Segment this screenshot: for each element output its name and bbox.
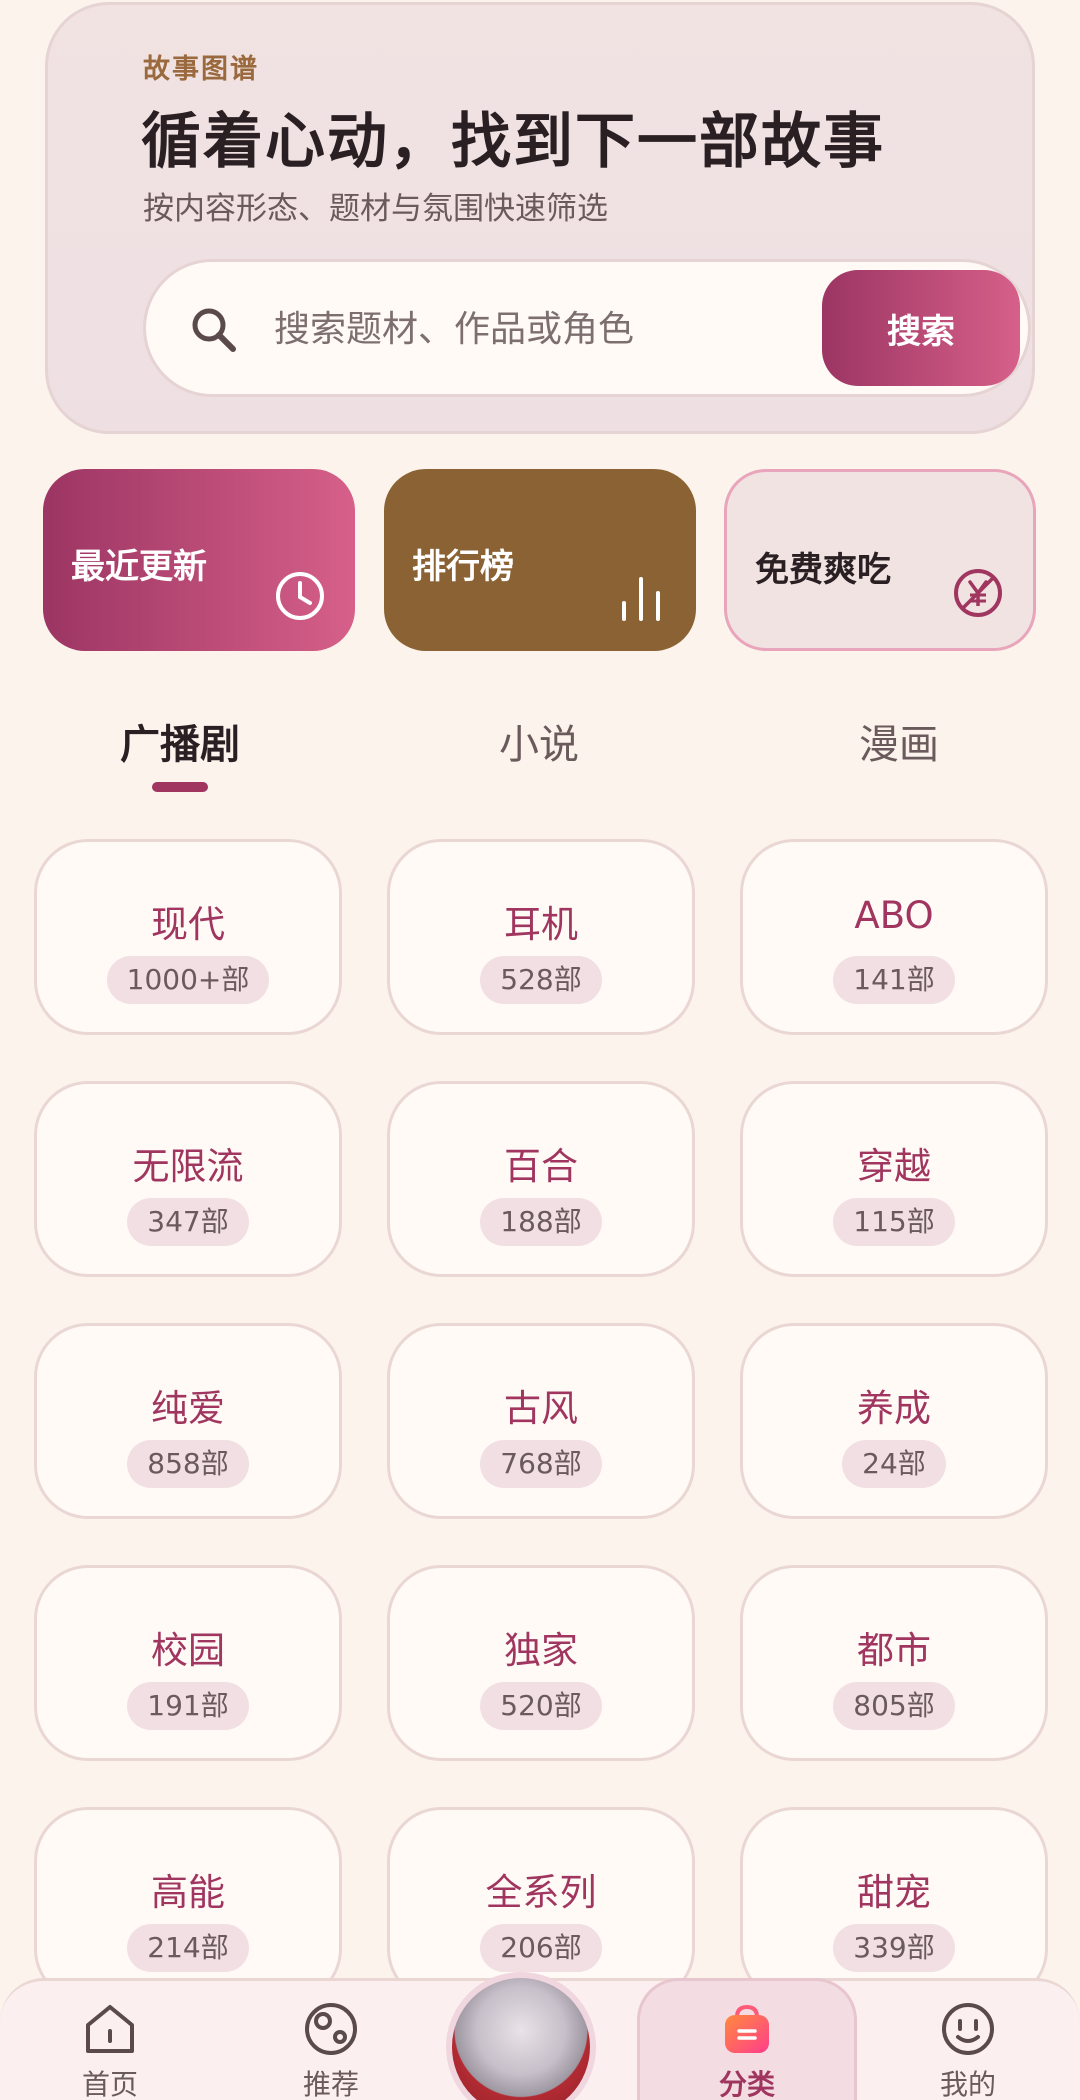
- nav-category[interactable]: 分类: [672, 1981, 822, 2100]
- category-count-badge: 191部: [127, 1682, 249, 1730]
- free-reads-tile[interactable]: 免费爽吃: [724, 469, 1036, 651]
- nav-label: 首页: [81, 2068, 138, 2100]
- ranking-tile[interactable]: 排行榜: [384, 469, 696, 651]
- category-card[interactable]: 纯爱 858部: [34, 1323, 342, 1519]
- tab-indicator: [152, 782, 208, 792]
- search-icon: [192, 308, 236, 352]
- category-count-badge: 1000+部: [106, 956, 270, 1004]
- category-count-wrap: 188部: [390, 1198, 692, 1246]
- category-name: 高能: [151, 1871, 225, 1914]
- hero-card: 故事图谱 循着心动，找到下一部故事 按内容形态、题材与氛围快速筛选 搜索: [45, 2, 1035, 434]
- category-count-badge: 339部: [833, 1924, 955, 1972]
- category-count-wrap: 206部: [390, 1924, 692, 1972]
- category-name: 穿越: [857, 1145, 931, 1188]
- search-input[interactable]: [274, 298, 814, 360]
- category-count-badge: 115部: [833, 1198, 955, 1246]
- category-card[interactable]: 都市 805部: [740, 1565, 1048, 1761]
- category-card[interactable]: 独家 520部: [387, 1565, 695, 1761]
- category-name: 全系列: [485, 1871, 597, 1914]
- category-name: 古风: [504, 1387, 578, 1430]
- category-count-wrap: 528部: [390, 956, 692, 1004]
- category-name: 现代: [151, 903, 225, 946]
- tab-radio-drama[interactable]: 广播剧: [120, 712, 240, 770]
- hero-subtitle: 按内容形态、题材与氛围快速筛选: [143, 191, 608, 227]
- category-count-badge: 805部: [833, 1682, 955, 1730]
- search-bar: 搜索: [143, 259, 1031, 397]
- category-count-wrap: 805部: [743, 1682, 1045, 1730]
- category-card[interactable]: 现代 1000+部: [34, 839, 342, 1035]
- category-count-wrap: 858部: [37, 1440, 339, 1488]
- category-card[interactable]: 无限流 347部: [34, 1081, 342, 1277]
- category-count-wrap: 141部: [743, 956, 1045, 1004]
- category-card[interactable]: 校园 191部: [34, 1565, 342, 1761]
- category-count-wrap: 115部: [743, 1198, 1045, 1246]
- category-name: 百合: [504, 1145, 578, 1188]
- category-count-badge: 528部: [480, 956, 602, 1004]
- category-count-wrap: 347部: [37, 1198, 339, 1246]
- category-count-badge: 24部: [842, 1440, 946, 1488]
- nav-home[interactable]: 首页: [35, 1981, 185, 2100]
- category-page: 故事图谱 循着心动，找到下一部故事 按内容形态、题材与氛围快速筛选 搜索 最近更…: [0, 0, 1080, 2100]
- category-count-wrap: 520部: [390, 1682, 692, 1730]
- tile-label: 排行榜: [412, 547, 514, 587]
- category-count-wrap: 214部: [37, 1924, 339, 1972]
- recent-updates-tile[interactable]: 最近更新: [43, 469, 355, 651]
- nav-label: 我的: [939, 2068, 996, 2100]
- category-name: 校园: [151, 1629, 225, 1672]
- category-name: 甜宠: [857, 1871, 931, 1914]
- free-yen-icon: [954, 569, 1002, 617]
- category-count-badge: 141部: [833, 956, 955, 1004]
- category-count-badge: 768部: [480, 1440, 602, 1488]
- category-count-wrap: 339部: [743, 1924, 1045, 1972]
- search-button[interactable]: 搜索: [822, 270, 1020, 386]
- category-card[interactable]: 古风 768部: [387, 1323, 695, 1519]
- category-card[interactable]: ABO 141部: [740, 839, 1048, 1035]
- tab-comic[interactable]: 漫画: [859, 712, 939, 770]
- category-name: ABO: [854, 894, 934, 937]
- category-card[interactable]: 百合 188部: [387, 1081, 695, 1277]
- category-count-wrap: 24部: [743, 1440, 1045, 1488]
- nav-recommend[interactable]: 推荐: [256, 1981, 406, 2100]
- category-name: 纯爱: [151, 1387, 225, 1430]
- bar-chart-icon: [622, 577, 660, 621]
- smiley-icon: [942, 2003, 994, 2055]
- tile-label: 免费爽吃: [755, 550, 891, 590]
- category-name: 独家: [504, 1629, 578, 1672]
- category-card[interactable]: 耳机 528部: [387, 839, 695, 1035]
- category-name: 都市: [857, 1629, 931, 1672]
- category-count-wrap: 1000+部: [37, 956, 339, 1004]
- category-count-badge: 214部: [127, 1924, 249, 1972]
- category-count-badge: 206部: [480, 1924, 602, 1972]
- category-count-wrap: 768部: [390, 1440, 692, 1488]
- category-card[interactable]: 高能 214部: [34, 1807, 342, 2003]
- category-count-badge: 347部: [127, 1198, 249, 1246]
- category-count-badge: 188部: [480, 1198, 602, 1246]
- category-name: 养成: [857, 1387, 931, 1430]
- shopping-bag-icon: [725, 2004, 769, 2053]
- home-icon: [86, 2005, 134, 2053]
- nav-profile[interactable]: 我的: [893, 1981, 1043, 2100]
- tile-label: 最近更新: [71, 547, 207, 587]
- category-card[interactable]: 穿越 115部: [740, 1081, 1048, 1277]
- category-card[interactable]: 全系列 206部: [387, 1807, 695, 2003]
- tab-novel[interactable]: 小说: [499, 712, 579, 770]
- category-name: 耳机: [504, 903, 578, 946]
- recommend-icon: [305, 2003, 357, 2055]
- category-count-badge: 858部: [127, 1440, 249, 1488]
- category-count-badge: 520部: [480, 1682, 602, 1730]
- category-card[interactable]: 养成 24部: [740, 1323, 1048, 1519]
- hero-kicker: 故事图谱: [143, 54, 259, 85]
- page-title: 循着心动，找到下一部故事: [141, 107, 885, 177]
- category-card[interactable]: 甜宠 339部: [740, 1807, 1048, 2003]
- nav-label: 推荐: [302, 2068, 359, 2100]
- nav-label: 分类: [718, 2068, 775, 2100]
- clock-icon: [276, 572, 324, 620]
- category-count-wrap: 191部: [37, 1682, 339, 1730]
- category-name: 无限流: [132, 1145, 244, 1188]
